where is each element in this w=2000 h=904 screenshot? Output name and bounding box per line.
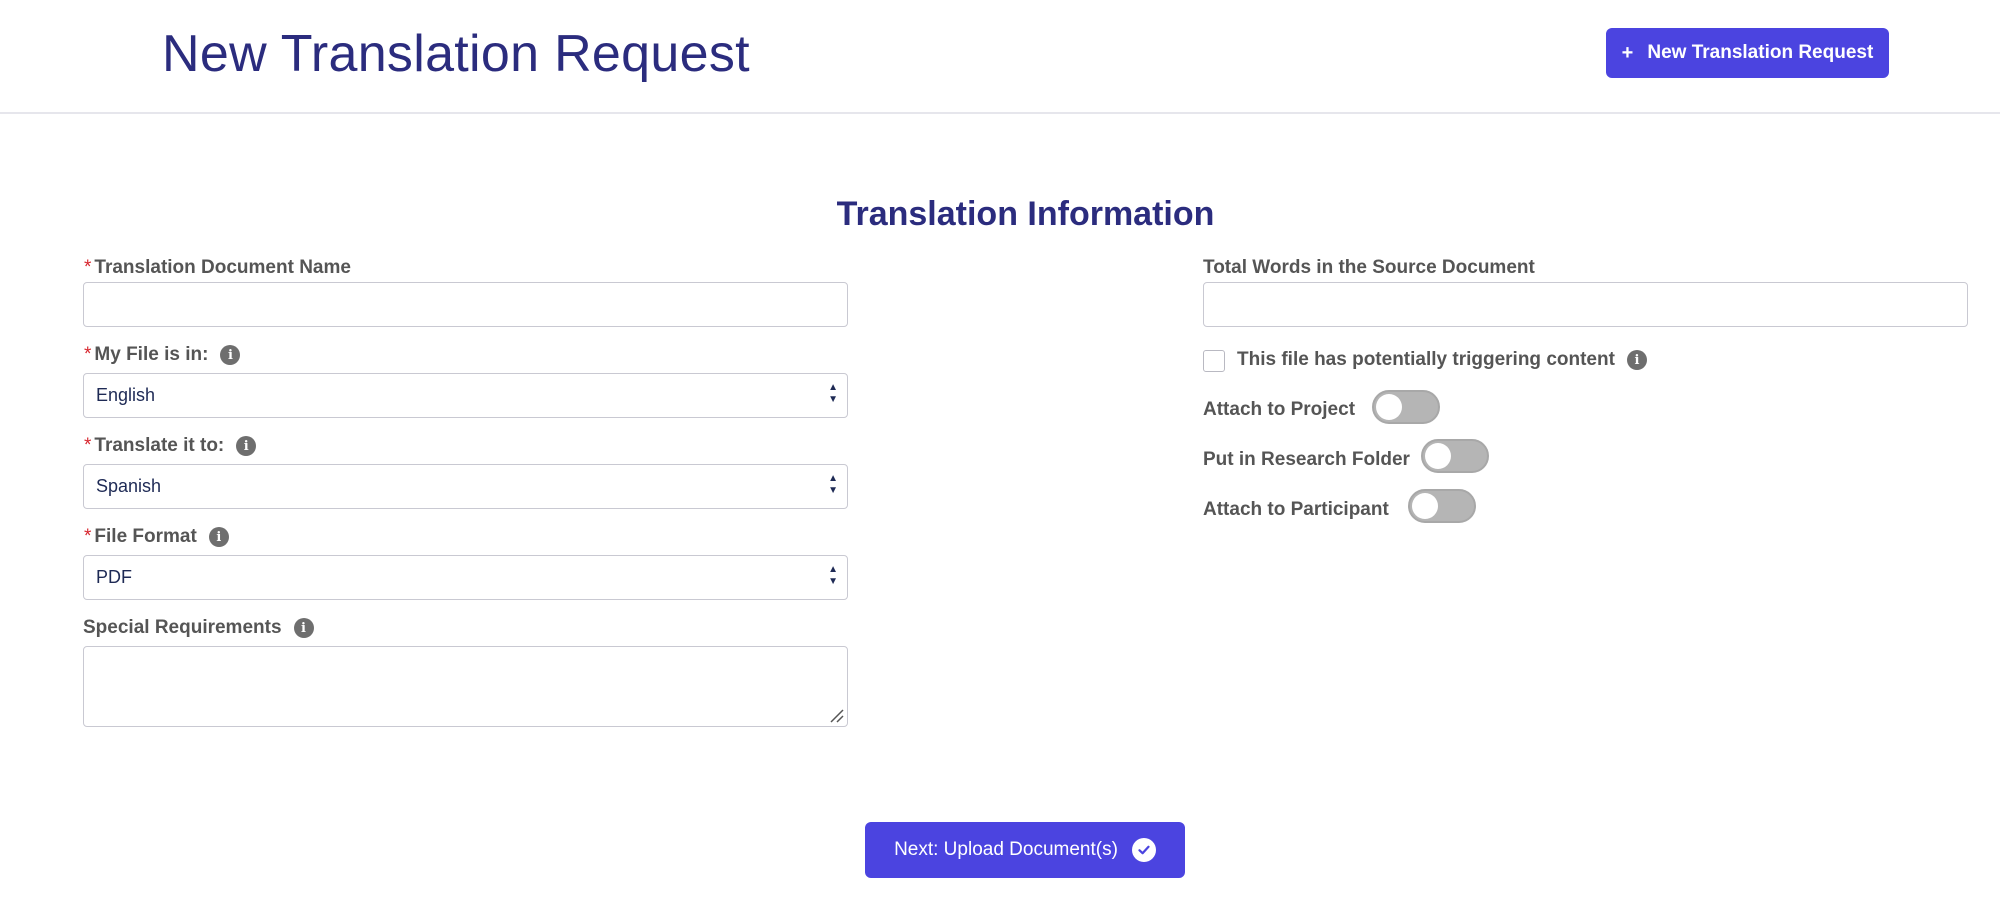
section-title: Translation Information <box>836 195 1215 233</box>
toggle-knob <box>1376 394 1402 420</box>
target-language-label: * Translate it to: i <box>84 435 257 457</box>
select-arrows-icon: ▲ ▼ <box>828 564 838 587</box>
info-icon[interactable]: i <box>208 527 229 547</box>
new-translation-request-label: New Translation Request <box>1647 42 1874 63</box>
total-words-label: Total Words in the Source Document <box>1203 257 1535 278</box>
attach-to-participant-label: Attach to Participant <box>1203 499 1389 520</box>
next-upload-documents-label: Next: Upload Document(s) <box>894 839 1118 860</box>
target-language-value: Spanish <box>96 476 162 496</box>
triggering-content-checkbox[interactable] <box>1203 350 1225 372</box>
check-circle-icon <box>1131 838 1156 862</box>
special-requirements-label: Special Requirements i <box>83 617 314 639</box>
required-asterisk: * <box>84 344 92 365</box>
attach-to-project-label: Attach to Project <box>1203 399 1356 420</box>
research-folder-label: Put in Research Folder <box>1203 449 1410 470</box>
source-language-label: * My File is in: i <box>84 344 241 366</box>
required-asterisk: * <box>84 257 92 278</box>
select-arrows-icon: ▲ ▼ <box>828 382 838 405</box>
document-name-label: * Translation Document Name <box>84 257 351 278</box>
required-asterisk: * <box>84 435 92 456</box>
research-folder-toggle[interactable] <box>1421 439 1489 473</box>
triggering-content-label: This file has potentially triggering con… <box>1237 349 1647 371</box>
source-language-value: English <box>96 385 156 405</box>
toggle-knob <box>1425 443 1451 469</box>
info-icon[interactable]: i <box>293 618 314 638</box>
page-header: New Translation Request + New Translatio… <box>0 0 2000 114</box>
toggle-knob <box>1412 493 1438 519</box>
info-icon[interactable]: i <box>220 345 241 365</box>
file-format-select[interactable]: PDF ▲ ▼ <box>83 555 848 600</box>
total-words-input[interactable] <box>1203 282 1968 327</box>
source-language-select[interactable]: English ▲ ▼ <box>83 373 848 418</box>
resize-grip-icon[interactable] <box>828 707 844 723</box>
document-name-input[interactable] <box>83 282 848 327</box>
page-title: New Translation Request <box>162 25 750 83</box>
special-requirements-textarea[interactable] <box>83 646 848 727</box>
plus-icon: + <box>1621 41 1634 64</box>
file-format-value: PDF <box>96 567 132 587</box>
required-asterisk: * <box>84 526 92 547</box>
target-language-select[interactable]: Spanish ▲ ▼ <box>83 464 848 509</box>
select-arrows-icon: ▲ ▼ <box>828 473 838 496</box>
attach-to-project-toggle[interactable] <box>1372 390 1440 424</box>
info-icon[interactable]: i <box>1626 350 1647 370</box>
next-upload-documents-button[interactable]: Next: Upload Document(s) <box>865 822 1185 878</box>
file-format-label: * File Format i <box>84 526 229 548</box>
new-translation-request-button[interactable]: + New Translation Request <box>1606 28 1889 78</box>
info-icon[interactable]: i <box>236 436 257 456</box>
attach-to-participant-toggle[interactable] <box>1408 489 1476 523</box>
